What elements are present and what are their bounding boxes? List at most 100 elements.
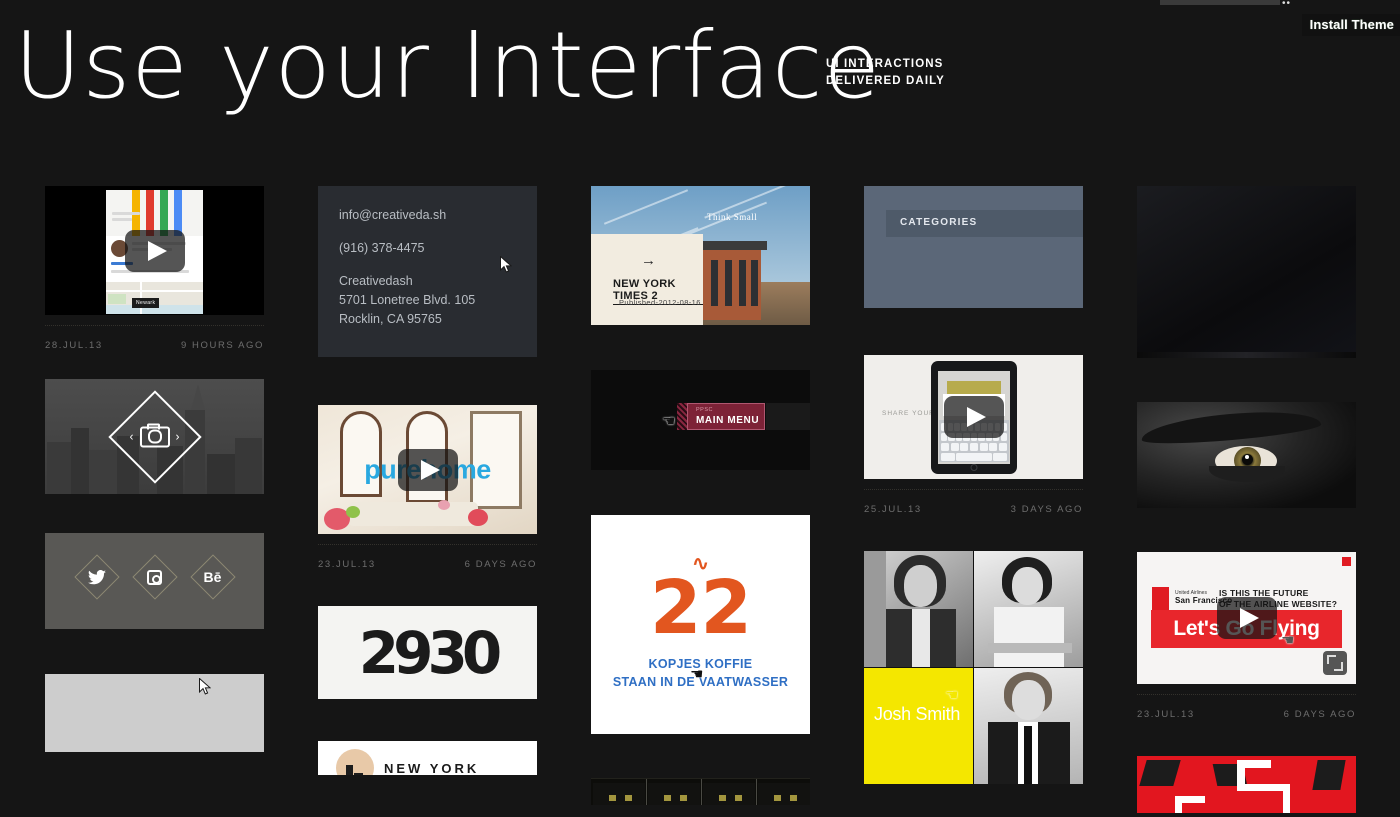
nyt-overlay-text: Think Small xyxy=(707,212,758,222)
grid-column-2: info@creativeda.sh (916) 378-4475 Creati… xyxy=(318,186,537,789)
card-lets-go-flying[interactable]: United Airlines San Francisco IS THIS TH… xyxy=(1137,552,1356,742)
card-phone-video[interactable]: Newark 28.JUL.13 9 HOURS AGO xyxy=(45,186,264,373)
eye-image[interactable] xyxy=(1137,402,1356,508)
card-age: 9 HOURS AGO xyxy=(180,340,264,351)
categories-panel[interactable]: CATEGORIES xyxy=(864,186,1083,308)
contact-panel: info@creativeda.sh (916) 378-4475 Creati… xyxy=(318,186,537,357)
red-graphic-image[interactable] xyxy=(1137,756,1356,813)
contact-company: Creativedash xyxy=(339,274,413,288)
card-new-york[interactable]: NEW YORK xyxy=(318,741,537,775)
card-date: 28.JUL.13 xyxy=(45,340,103,351)
card-age: 6 DAYS AGO xyxy=(464,559,537,570)
koffie-counter-image[interactable]: ∿ 22 KOPJES KOFFIE STAAN IN DE VAATWASSE… xyxy=(591,515,810,734)
main-menu-button[interactable]: PPSC MAIN MENU xyxy=(687,403,765,430)
page-title: Use your Interface xyxy=(14,12,882,119)
card-main-menu[interactable]: PPSC MAIN MENU xyxy=(591,370,810,470)
play-button-icon[interactable] xyxy=(397,448,458,491)
typography-2930-image[interactable]: 2930 xyxy=(318,606,537,699)
nyt-published: Published-2012-08-16 xyxy=(619,298,701,307)
social-link-twitter[interactable] xyxy=(73,554,120,600)
card-nyt[interactable]: Think Small → NEW YORK TIMES 2 Published… xyxy=(591,186,810,325)
tagline-line-2: DELIVERED DAILY xyxy=(826,75,945,87)
koffie-caption-line-2: STAAN IN DE VAATWASSER xyxy=(612,675,789,689)
contact-address-2: Rocklin, CA 95765 xyxy=(339,312,442,326)
lets-go-flying-thumbnail[interactable]: United Airlines San Francisco IS THIS TH… xyxy=(1137,552,1356,684)
tagline-line-1: UI INTERACTIONS xyxy=(826,58,944,70)
card-date: 23.JUL.13 xyxy=(1137,709,1195,720)
site-header: Use your Interface xyxy=(14,14,881,118)
chrysler-building xyxy=(191,384,205,410)
card-purehome-video[interactable]: purehome 23.JUL.13 6 DAYS AGO xyxy=(318,405,537,592)
contact-email[interactable]: info@creativeda.sh xyxy=(339,206,516,225)
site-tagline: UI INTERACTIONS DELIVERED DAILY xyxy=(826,56,945,90)
card-skyline-camera[interactable]: ‹ › xyxy=(45,379,264,494)
phone-map-label: Newark xyxy=(132,298,160,308)
card-social-links: Bē xyxy=(45,533,264,629)
camera-control[interactable]: ‹ › xyxy=(130,423,180,447)
topbar-dots-icon: •• xyxy=(1282,0,1292,9)
social-link-instagram[interactable] xyxy=(131,554,178,600)
next-arrow-icon[interactable]: › xyxy=(176,431,180,443)
josh-smith-portrait-grid[interactable]: Josh Smith xyxy=(864,551,1083,784)
menu-hatch-decoration xyxy=(677,403,687,430)
card-red-graphic[interactable] xyxy=(1137,756,1356,813)
card-date: 25.JUL.13 xyxy=(864,504,922,515)
main-menu-demo[interactable]: PPSC MAIN MENU xyxy=(591,370,810,470)
instagram-icon xyxy=(135,557,175,597)
ipad-video-thumbnail[interactable]: SHARE YOUR WORK xyxy=(864,355,1083,479)
card-koffie[interactable]: ∿ 22 KOPJES KOFFIE STAAN IN DE VAATWASSE… xyxy=(591,515,810,734)
card-2930[interactable]: 2930 xyxy=(318,606,537,699)
koffie-caption-line-1: KOPJES KOFFIE xyxy=(648,657,753,671)
nyt-cabin xyxy=(697,241,767,320)
play-button-icon[interactable] xyxy=(1216,597,1277,639)
behance-icon: Bē xyxy=(203,569,222,585)
play-button-icon[interactable] xyxy=(124,229,185,272)
card-age: 3 DAYS AGO xyxy=(1010,504,1083,515)
josh-smith-name: Josh Smith xyxy=(874,704,961,724)
new-york-badge-image[interactable]: NEW YORK xyxy=(318,741,537,775)
card-meta: 28.JUL.13 9 HOURS AGO xyxy=(45,325,264,351)
grid-column-4: CATEGORIES SHARE YOUR WORK 25.JUL.13 3 D… xyxy=(864,186,1083,798)
card-dark[interactable] xyxy=(1137,186,1356,358)
grid-column-5: United Airlines San Francisco IS THIS TH… xyxy=(1137,186,1356,817)
prev-arrow-icon[interactable]: ‹ xyxy=(130,431,134,443)
skyline-image[interactable]: ‹ › xyxy=(45,379,264,494)
ny-badge-icon xyxy=(336,749,374,775)
menu-slot-2[interactable] xyxy=(766,403,810,430)
card-eye[interactable] xyxy=(1137,402,1356,508)
card-josh-smith[interactable]: Josh Smith xyxy=(864,551,1083,784)
portrait-3 xyxy=(974,668,1083,784)
dark-image[interactable] xyxy=(1137,186,1356,358)
social-link-behance[interactable]: Bē xyxy=(189,554,236,600)
card-age: 6 DAYS AGO xyxy=(1283,709,1356,720)
twitter-icon xyxy=(77,557,117,597)
card-ipad-video[interactable]: SHARE YOUR WORK 25.JUL.13 3 DAYS AGO xyxy=(864,355,1083,537)
nyt-article-image[interactable]: Think Small → NEW YORK TIMES 2 Published… xyxy=(591,186,810,325)
card-date: 23.JUL.13 xyxy=(318,559,376,570)
card-countdown[interactable] xyxy=(591,778,810,805)
topbar-strip xyxy=(1160,0,1280,5)
install-theme-button[interactable]: Install Theme xyxy=(1301,14,1400,36)
arrow-right-icon[interactable]: → xyxy=(641,252,656,269)
social-panel: Bē xyxy=(45,533,264,629)
categories-label: CATEGORIES xyxy=(900,217,978,228)
koffie-caption: KOPJES KOFFIE STAAN IN DE VAATWASSER xyxy=(591,655,810,691)
contact-phone[interactable]: (916) 378-4475 xyxy=(339,239,516,258)
red-square-marker-icon xyxy=(1342,557,1351,566)
card-gray-placeholder[interactable] xyxy=(45,674,264,752)
card-categories[interactable]: CATEGORIES xyxy=(864,186,1083,308)
purehome-video-thumbnail[interactable]: purehome xyxy=(318,405,537,534)
koffie-count: 22 xyxy=(650,565,752,651)
typography-2930-text: 2930 xyxy=(358,618,502,687)
nyt-caption-panel: → NEW YORK TIMES 2 Published-2012-08-16 xyxy=(591,234,703,325)
card-meta: 23.JUL.13 6 DAYS AGO xyxy=(1137,694,1356,720)
phone-video-thumbnail[interactable]: Newark xyxy=(45,186,264,315)
play-button-icon[interactable] xyxy=(943,396,1004,438)
airline-logo-icon xyxy=(1152,587,1169,615)
portrait-name-tile: Josh Smith xyxy=(864,668,973,784)
browser-topbar: •• xyxy=(0,0,1400,9)
gray-placeholder-image[interactable] xyxy=(45,674,264,752)
expand-icon[interactable] xyxy=(1323,651,1347,675)
portrait-1 xyxy=(864,551,973,667)
countdown-timer[interactable] xyxy=(591,778,810,805)
